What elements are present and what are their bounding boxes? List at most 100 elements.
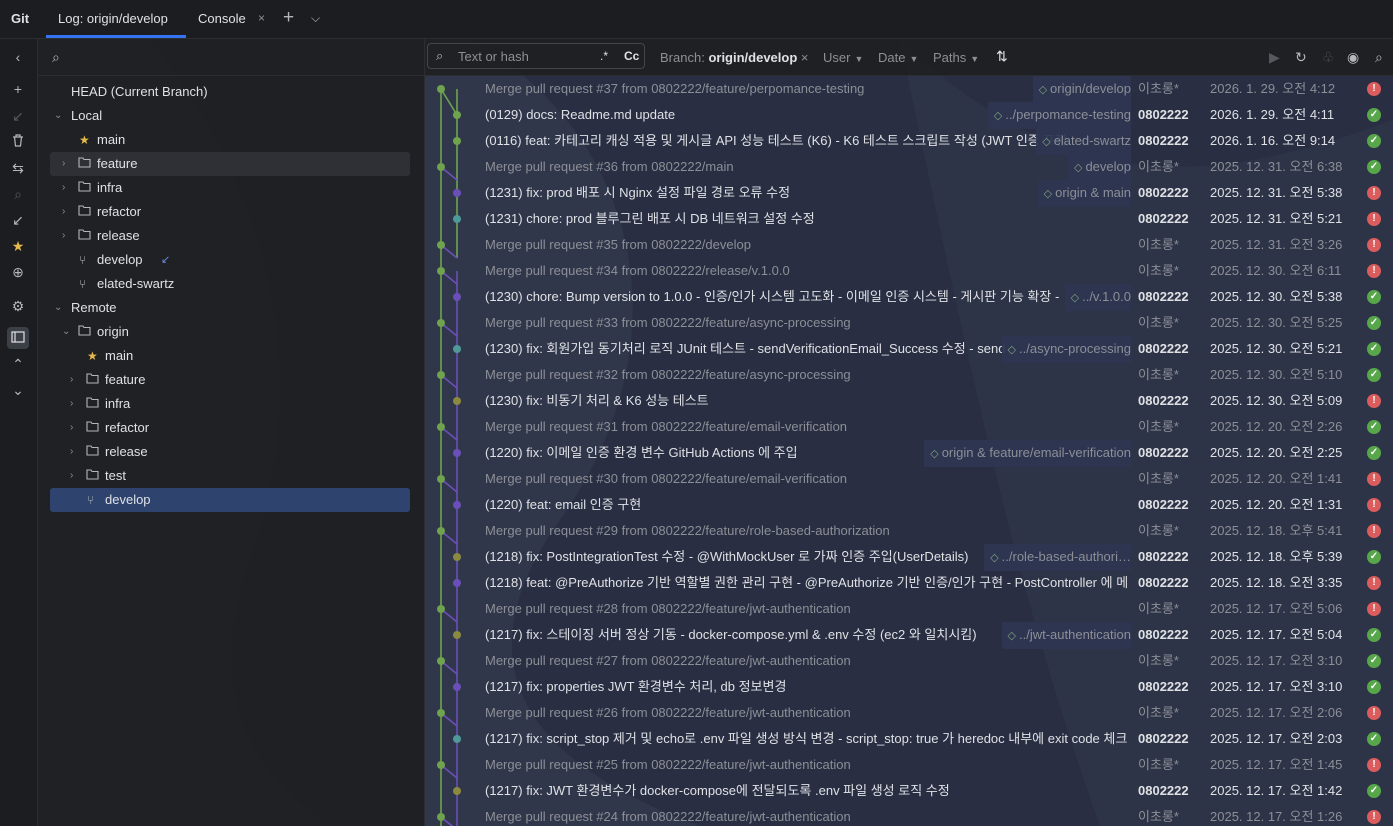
merge-icon[interactable]: ↙ xyxy=(7,209,29,231)
paths-filter[interactable]: Paths ▼ xyxy=(933,50,979,65)
check-failed-icon[interactable]: ! xyxy=(1367,810,1381,824)
check-failed-icon[interactable]: ! xyxy=(1367,602,1381,616)
commit-row[interactable]: (1220) fix: 이메일 인증 환경 변수 GitHub Actions … xyxy=(425,440,1393,467)
sort-icon[interactable]: ⇅ xyxy=(996,48,1008,65)
check-passed-icon[interactable]: ✓ xyxy=(1367,784,1381,798)
date-filter[interactable]: Date ▼ xyxy=(878,50,918,65)
check-passed-icon[interactable]: ✓ xyxy=(1367,342,1381,356)
check-passed-icon[interactable]: ✓ xyxy=(1367,108,1381,122)
check-passed-icon[interactable]: ✓ xyxy=(1367,732,1381,746)
favorite-star-icon[interactable]: ★ xyxy=(7,235,29,257)
check-failed-icon[interactable]: ! xyxy=(1367,238,1381,252)
commit-row[interactable]: (1217) fix: properties JWT 환경변수 처리, db 정… xyxy=(425,674,1393,700)
check-failed-icon[interactable]: ! xyxy=(1367,212,1381,226)
tree-remote-infra[interactable]: › infra xyxy=(50,392,410,416)
commit-row[interactable]: Merge pull request #31 from 0802222/feat… xyxy=(425,414,1393,440)
check-failed-icon[interactable]: ! xyxy=(1367,186,1381,200)
tree-local-infra[interactable]: › infra xyxy=(50,176,410,200)
commit-row[interactable]: Merge pull request #35 from 0802222/deve… xyxy=(425,232,1393,258)
check-failed-icon[interactable]: ! xyxy=(1367,264,1381,278)
collapse-left-icon[interactable]: ‹ xyxy=(7,46,29,68)
tree-remote-feature[interactable]: › feature xyxy=(50,368,410,392)
tree-remote-test[interactable]: › test xyxy=(50,464,410,488)
branch-search-icon[interactable]: ⌕ xyxy=(52,49,60,66)
tree-remote-develop[interactable]: ⑂ develop xyxy=(50,488,410,512)
commit-row[interactable]: (1217) fix: script_stop 제거 및 echo로 .env … xyxy=(425,726,1393,752)
check-passed-icon[interactable]: ✓ xyxy=(1367,160,1381,174)
check-failed-icon[interactable]: ! xyxy=(1367,524,1381,538)
user-filter[interactable]: User ▼ xyxy=(823,50,863,65)
eye-icon[interactable]: ◉ xyxy=(1347,49,1359,66)
settings-icon[interactable]: ⚙ xyxy=(7,295,29,317)
commit-row[interactable]: (1220) feat: email 인증 구현 0802222 2025. 12.… xyxy=(425,492,1393,518)
check-failed-icon[interactable]: ! xyxy=(1367,576,1381,590)
commit-row[interactable]: Merge pull request #32 from 0802222/feat… xyxy=(425,362,1393,388)
check-passed-icon[interactable]: ✓ xyxy=(1367,368,1381,382)
clear-filter-icon[interactable]: × xyxy=(801,50,809,65)
search-icon[interactable]: ⌕ xyxy=(1375,49,1383,66)
commit-row[interactable]: (0116) feat: 카테고리 캐싱 적용 및 게시글 API 성능 테스트… xyxy=(425,128,1393,155)
check-failed-icon[interactable]: ! xyxy=(1367,706,1381,720)
check-failed-icon[interactable]: ! xyxy=(1367,758,1381,772)
tree-local-release[interactable]: › release xyxy=(50,224,410,248)
cherry-pick-icon[interactable]: ♧ xyxy=(1322,49,1335,66)
commit-row[interactable]: (0129) docs: Readme.md update ◇ ../perpoma… xyxy=(425,102,1393,129)
commit-row[interactable]: Merge pull request #26 from 0802222/feat… xyxy=(425,700,1393,726)
check-passed-icon[interactable]: ✓ xyxy=(1367,134,1381,148)
delete-icon[interactable] xyxy=(7,131,29,153)
tab-list-chevron-icon[interactable]: ⌵ xyxy=(311,11,320,26)
refresh-icon[interactable]: ↻ xyxy=(1295,49,1307,66)
tab-log[interactable]: Log: origin/develop xyxy=(46,0,186,38)
crosshair-icon[interactable]: ⊕ xyxy=(7,261,29,283)
commit-row[interactable]: Merge pull request #34 from 0802222/rele… xyxy=(425,258,1393,284)
commit-row[interactable]: Merge pull request #37 from 0802222/feat… xyxy=(425,76,1393,103)
check-passed-icon[interactable]: ✓ xyxy=(1367,680,1381,694)
tree-remote-release[interactable]: › release xyxy=(50,440,410,464)
tree-local-main[interactable]: ★ main xyxy=(50,128,410,152)
tree-remote-refactor[interactable]: › refactor xyxy=(50,416,410,440)
commit-row[interactable]: (1230) fix: 비동기 처리 & K6 성능 테스트 0802222 202… xyxy=(425,388,1393,414)
play-icon[interactable]: ▶ xyxy=(1269,49,1280,66)
commit-row[interactable]: Merge pull request #24 from 0802222/feat… xyxy=(425,804,1393,826)
tree-local-elated-swartz[interactable]: ⑂ elated-swartz xyxy=(50,272,410,296)
commit-row[interactable]: Merge pull request #29 from 0802222/feat… xyxy=(425,518,1393,544)
search-icon[interactable]: ⌕ xyxy=(7,183,29,205)
check-passed-icon[interactable]: ✓ xyxy=(1367,550,1381,564)
tab-console[interactable]: Console xyxy=(198,0,246,38)
close-tab-icon[interactable]: × xyxy=(258,11,265,25)
commit-row[interactable]: (1218) feat: @PreAuthorize 기반 역할별 권한 관리 … xyxy=(425,570,1393,596)
check-failed-icon[interactable]: ! xyxy=(1367,498,1381,512)
checkout-icon[interactable]: ↙ xyxy=(7,105,29,127)
commit-row[interactable]: Merge pull request #36 from 0802222/main… xyxy=(425,154,1393,181)
regex-toggle[interactable]: .* xyxy=(600,49,608,63)
check-passed-icon[interactable]: ✓ xyxy=(1367,654,1381,668)
tree-local-refactor[interactable]: › refactor xyxy=(50,200,410,224)
commit-row[interactable]: Merge pull request #33 from 0802222/feat… xyxy=(425,310,1393,336)
check-failed-icon[interactable]: ! xyxy=(1367,394,1381,408)
commit-row[interactable]: (1230) fix: 회원가입 동기처리 로직 JUnit 테스트 - sen… xyxy=(425,336,1393,363)
tree-remote-group[interactable]: ⌄ Remote xyxy=(50,296,410,320)
tree-local-develop[interactable]: ⑂ develop ↙ xyxy=(50,248,410,272)
tree-remote-main[interactable]: ★ main xyxy=(50,344,410,368)
check-passed-icon[interactable]: ✓ xyxy=(1367,446,1381,460)
compare-icon[interactable]: ⇆ xyxy=(7,157,29,179)
commit-row[interactable]: (1217) fix: JWT 환경변수가 docker-compose에 전달… xyxy=(425,778,1393,804)
check-passed-icon[interactable]: ✓ xyxy=(1367,420,1381,434)
tree-local-group[interactable]: ⌄ Local xyxy=(50,104,410,128)
branches-panel-icon[interactable] xyxy=(7,327,29,349)
tree-head[interactable]: HEAD (Current Branch) xyxy=(50,80,410,104)
log-search-field[interactable]: ⌕ Text or hash .* Cc xyxy=(427,43,645,69)
commit-row[interactable]: (1231) chore: prod 블루그린 배포 시 DB 네트워크 설정 … xyxy=(425,206,1393,232)
commit-row[interactable]: (1230) chore: Bump version to 1.0.0 - 인증… xyxy=(425,284,1393,311)
commit-row[interactable]: (1217) fix: 스테이징 서버 정상 기동 - docker-compo… xyxy=(425,622,1393,649)
commit-row[interactable]: Merge pull request #30 from 0802222/feat… xyxy=(425,466,1393,492)
commit-row[interactable]: (1231) fix: prod 배포 시 Nginx 설정 파일 경로 오류 … xyxy=(425,180,1393,207)
match-case-toggle[interactable]: Cc xyxy=(624,49,639,63)
check-passed-icon[interactable]: ✓ xyxy=(1367,316,1381,330)
check-passed-icon[interactable]: ✓ xyxy=(1367,290,1381,304)
commit-row[interactable]: Merge pull request #25 from 0802222/feat… xyxy=(425,752,1393,778)
tree-origin-group[interactable]: ⌄ origin xyxy=(50,320,410,344)
check-failed-icon[interactable]: ! xyxy=(1367,472,1381,486)
expand-all-icon[interactable]: ⌃ xyxy=(7,353,29,375)
commit-row[interactable]: Merge pull request #28 from 0802222/feat… xyxy=(425,596,1393,622)
